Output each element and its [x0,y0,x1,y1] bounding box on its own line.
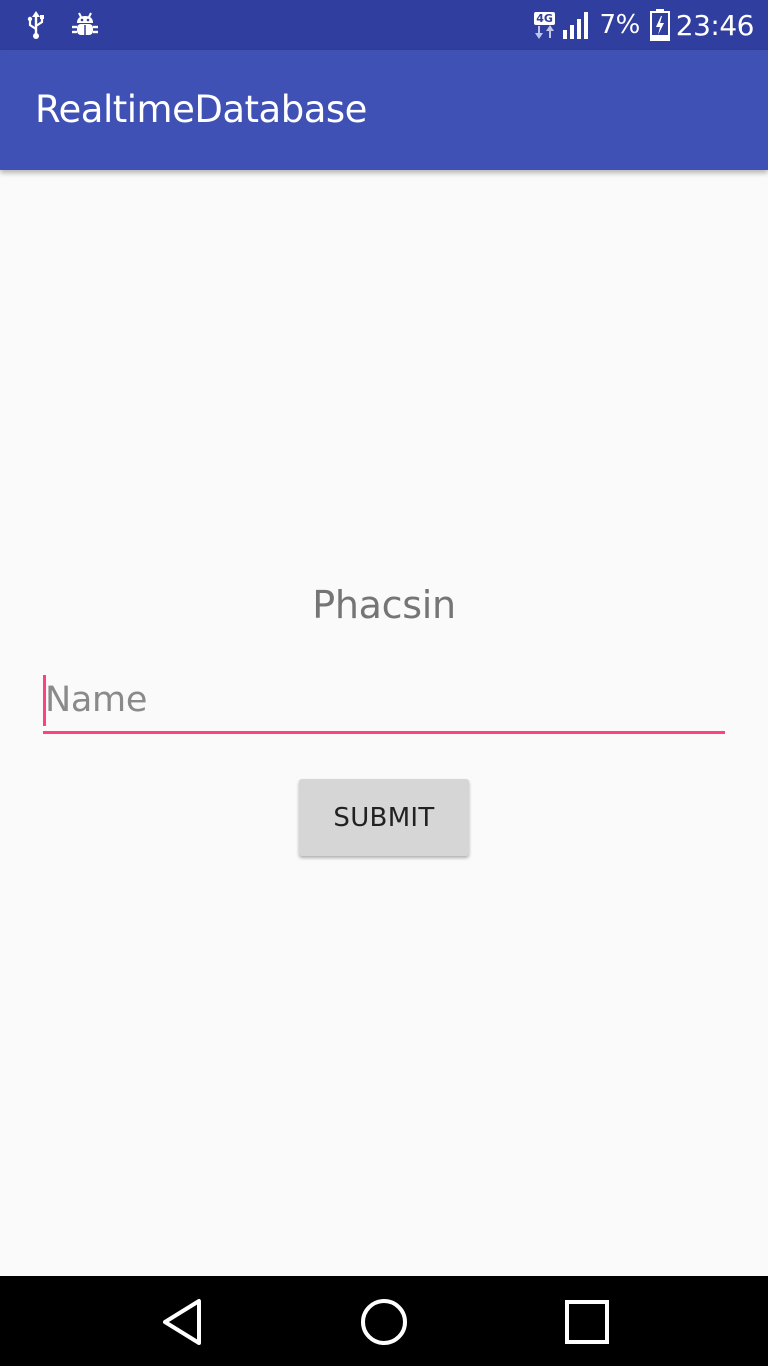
battery-charging-icon [649,9,670,41]
battery-percent: 7% [599,10,641,40]
app-bar: RealtimeDatabase [0,50,768,170]
home-button[interactable] [356,1296,412,1348]
back-button[interactable] [154,1296,210,1348]
status-icons-left [26,8,100,42]
debug-bug-icon [70,10,100,40]
submit-button[interactable]: SUBMIT [299,779,469,856]
home-icon [361,1299,407,1345]
back-icon [163,1299,201,1345]
signal-bars-icon [562,10,592,40]
name-field[interactable] [43,670,727,734]
status-clock: 23:46 [675,8,755,42]
recents-button[interactable] [559,1296,615,1348]
text-label: Phacsin [312,583,456,627]
app-title: RealtimeDatabase [35,88,367,131]
status-bar: 4G 7% 23:46 [0,0,768,50]
network-indicator: 4G [534,11,556,39]
status-icons-right: 4G 7% 23:46 [534,8,755,42]
name-input[interactable] [43,670,727,730]
recents-icon [565,1300,609,1344]
usb-icon [26,10,46,40]
data-arrows-icon [534,24,554,39]
navigation-bar [0,1276,768,1366]
network-type-label: 4G [534,11,555,25]
text-cursor [43,675,46,726]
